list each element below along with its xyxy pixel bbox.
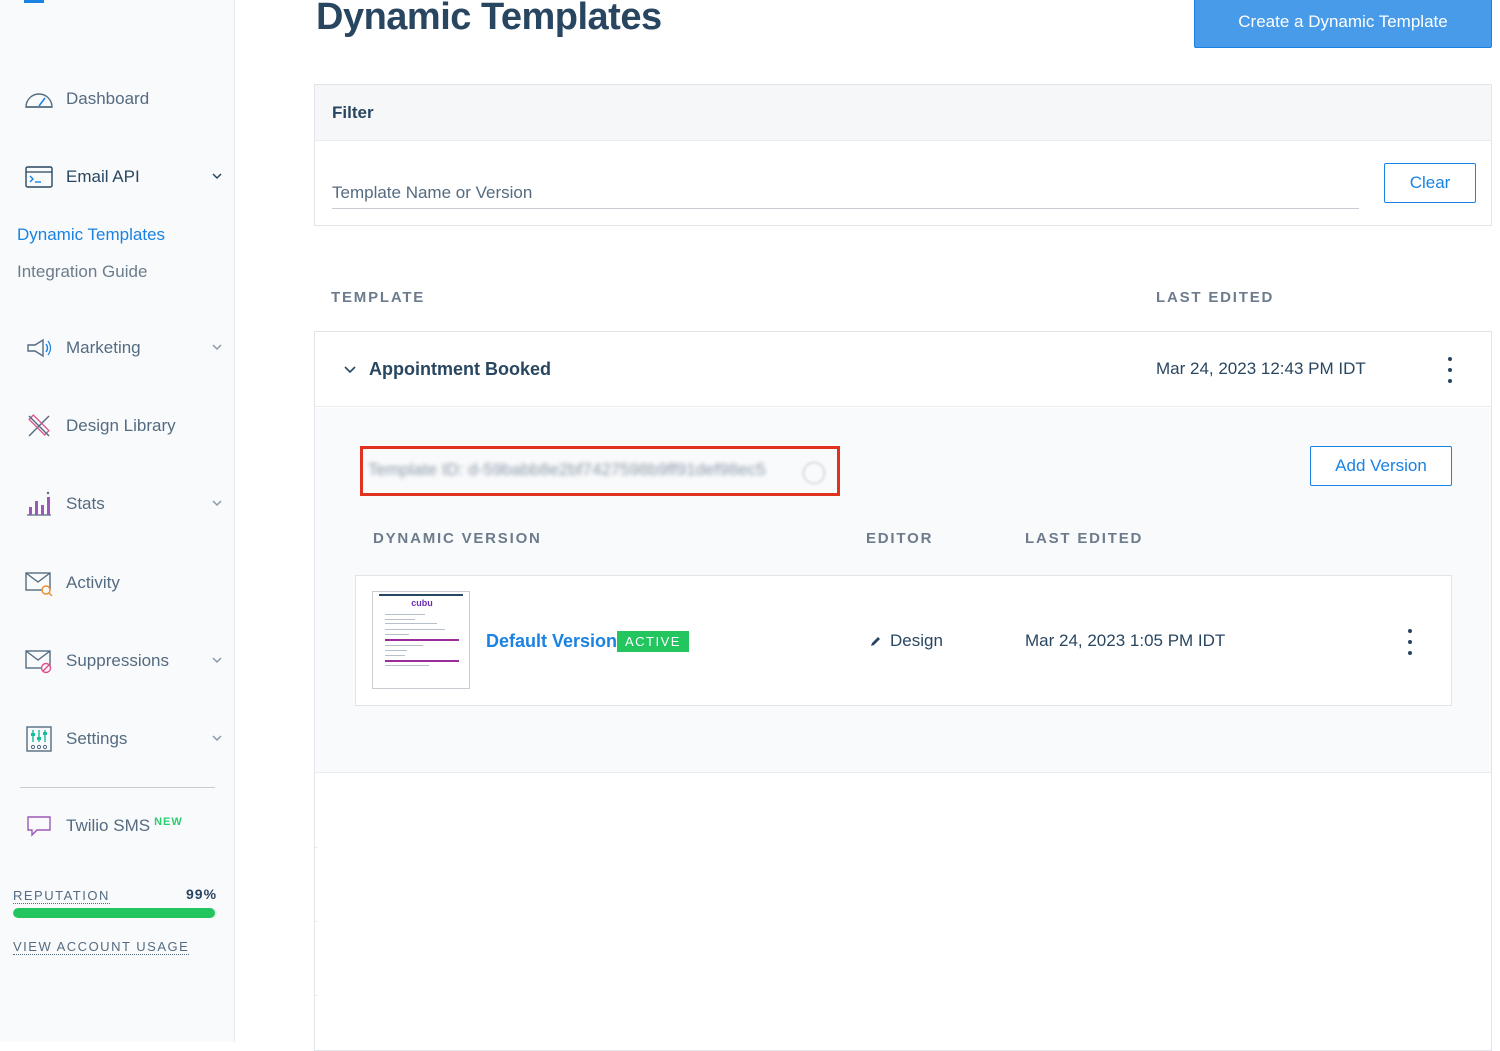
sidebar-item-suppressions[interactable]: Suppressions: [24, 645, 224, 677]
version-row[interactable]: cubu Default Version ACTIVE Design Mar 2…: [355, 575, 1452, 706]
sidebar-item-label: Suppressions: [66, 651, 170, 670]
create-dynamic-template-button[interactable]: Create a Dynamic Template: [1194, 0, 1492, 48]
template-search-input[interactable]: [332, 177, 1359, 209]
version-thumbnail[interactable]: cubu: [372, 591, 470, 689]
sidebar-item-dashboard[interactable]: Dashboard: [24, 83, 224, 115]
sidebar: Dashboard Email API Dynamic Templates In…: [0, 0, 235, 1042]
template-more-options-icon[interactable]: [1440, 355, 1460, 385]
row-separator: [315, 847, 318, 848]
sidebar-item-settings[interactable]: Settings: [24, 723, 224, 755]
sidebar-item-label: Stats: [66, 494, 105, 513]
version-name-link[interactable]: Default Version: [486, 631, 617, 652]
sidebar-item-marketing[interactable]: Marketing: [24, 332, 224, 364]
settings-sliders-icon: [24, 725, 54, 753]
clear-button[interactable]: Clear: [1384, 163, 1476, 203]
version-editor: Design: [870, 631, 943, 651]
sidebar-divider: [20, 787, 215, 788]
row-separator: [315, 995, 318, 996]
filter-panel: Filter Clear: [314, 84, 1492, 226]
sidebar-item-label: Email API: [66, 167, 140, 186]
design-pencil-ruler-icon: [24, 412, 54, 440]
info-icon[interactable]: [803, 462, 825, 484]
chevron-down-icon[interactable]: [343, 363, 357, 377]
version-more-options-icon[interactable]: [1400, 627, 1420, 657]
sidebar-item-twilio-sms[interactable]: Twilio SMS NEW: [24, 810, 224, 842]
template-row[interactable]: Appointment Booked Mar 24, 2023 12:43 PM…: [315, 332, 1491, 407]
status-badge: ACTIVE: [617, 631, 689, 652]
chevron-down-icon: [212, 735, 222, 742]
page-title: Dynamic Templates: [316, 0, 662, 38]
sidebar-item-label: Marketing: [66, 338, 141, 357]
activity-envelope-search-icon: [24, 569, 54, 597]
reputation-label[interactable]: REPUTATION: [13, 888, 110, 904]
template-id-highlight: Template ID: d-59babb8e2bf7427598b9ff91d…: [360, 446, 840, 496]
logo-fragment: [24, 0, 44, 3]
row-separator: [315, 921, 318, 922]
template-details: Template ID: d-59babb8e2bf7427598b9ff91d…: [315, 408, 1491, 773]
sidebar-item-email-api[interactable]: Email API: [24, 161, 224, 193]
sidebar-item-activity[interactable]: Activity: [24, 567, 224, 599]
filter-header: Filter: [315, 85, 1491, 141]
chat-bubble-icon: [24, 812, 54, 840]
megaphone-icon: [24, 334, 54, 362]
dashboard-gauge-icon: [24, 85, 54, 113]
pencil-icon: [871, 637, 880, 646]
template-id: Template ID: d-59babb8e2bf7427598b9ff91d…: [368, 460, 766, 479]
sidebar-item-stats[interactable]: Stats: [24, 488, 224, 520]
chevron-down-icon: [212, 173, 222, 180]
email-api-terminal-icon: [24, 163, 54, 191]
template-card: Appointment Booked Mar 24, 2023 12:43 PM…: [314, 331, 1492, 1051]
sidebar-subitem-dynamic-templates[interactable]: Dynamic Templates: [17, 225, 165, 245]
stats-bar-chart-icon: [24, 490, 54, 518]
column-header-dynamic-version: DYNAMIC VERSION: [373, 530, 542, 547]
version-editor-label: Design: [890, 631, 943, 650]
column-header-last-edited: LAST EDITED: [1156, 289, 1275, 306]
sidebar-item-label: Twilio SMS: [66, 816, 151, 835]
sidebar-item-label: Dashboard: [66, 89, 150, 108]
column-header-version-last-edited: LAST EDITED: [1025, 530, 1144, 547]
sidebar-subitem-integration-guide[interactable]: Integration Guide: [17, 262, 147, 282]
template-last-edited: Mar 24, 2023 12:43 PM IDT: [1156, 359, 1366, 378]
sidebar-item-label: Design Library: [66, 416, 176, 435]
version-last-edited: Mar 24, 2023 1:05 PM IDT: [1025, 631, 1226, 650]
reputation-value: 99%: [186, 886, 218, 902]
reputation-bar-fill: [13, 908, 215, 918]
column-header-editor: EDITOR: [866, 530, 934, 547]
sidebar-item-design-library[interactable]: Design Library: [24, 410, 224, 442]
sidebar-item-label: Settings: [66, 729, 128, 748]
add-version-button[interactable]: Add Version: [1310, 446, 1452, 486]
suppressions-envelope-block-icon: [24, 647, 54, 675]
chevron-down-icon: [212, 657, 222, 664]
reputation-bar: [13, 908, 217, 918]
template-name[interactable]: Appointment Booked: [369, 359, 551, 380]
chevron-down-icon: [212, 500, 222, 507]
column-header-template: TEMPLATE: [331, 289, 426, 306]
new-badge: NEW: [154, 816, 183, 828]
filter-heading: Filter: [332, 102, 374, 122]
sidebar-item-label: Activity: [66, 573, 120, 592]
thumbnail-logo: cubu: [411, 598, 433, 608]
view-account-usage-link[interactable]: VIEW ACCOUNT USAGE: [13, 939, 190, 955]
chevron-down-icon: [212, 344, 222, 351]
